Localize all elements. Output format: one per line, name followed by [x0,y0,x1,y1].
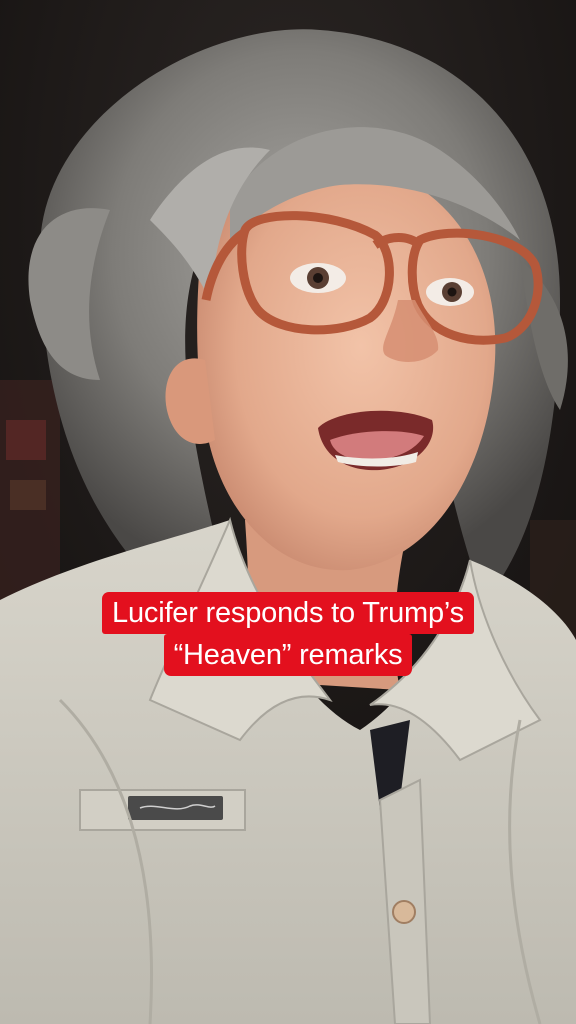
video-frame[interactable]: Lucifer responds to Trump’s “Heaven” rem… [0,0,576,1024]
caption-line-2: “Heaven” remarks [163,634,413,676]
shirt-button [392,900,416,924]
caption-line-1: Lucifer responds to Trump’s [102,592,474,634]
caption-overlay: Lucifer responds to Trump’s “Heaven” rem… [0,592,576,676]
video-scene [0,0,576,1024]
